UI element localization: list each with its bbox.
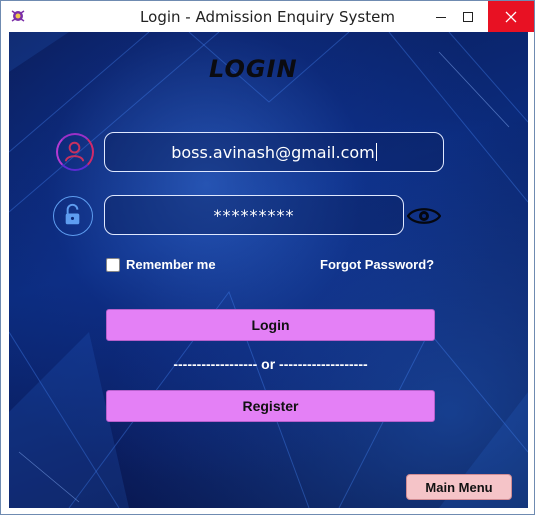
password-field[interactable]: ********* <box>104 195 404 235</box>
maximize-button[interactable] <box>443 1 493 32</box>
text-caret <box>375 143 377 161</box>
background-graphic <box>9 32 528 508</box>
email-field[interactable]: boss.avinash@gmail.com <box>104 132 444 172</box>
lock-icon-frame <box>53 196 93 236</box>
maximize-icon <box>463 11 473 22</box>
app-window: Login - Admission Enquiry System LOGIN b… <box>0 0 535 515</box>
remember-me-label: Remember me <box>126 257 216 272</box>
show-password-eye-icon[interactable] <box>407 206 441 226</box>
lock-icon <box>65 203 80 225</box>
email-value: boss.avinash@gmail.com <box>171 142 375 162</box>
remember-me[interactable]: Remember me <box>106 257 216 272</box>
or-separator: ------------------ or ------------------… <box>173 356 368 372</box>
remember-me-checkbox[interactable] <box>106 257 120 272</box>
page-title: LOGIN <box>209 55 298 83</box>
title-bar[interactable]: Login - Admission Enquiry System <box>1 1 534 32</box>
user-icon-frame <box>56 133 94 171</box>
login-button[interactable]: Login <box>106 309 435 341</box>
user-icon <box>64 141 85 162</box>
main-menu-button[interactable]: Main Menu <box>406 474 512 500</box>
close-icon <box>505 11 517 22</box>
forgot-password-link[interactable]: Forgot Password? <box>320 257 434 272</box>
login-panel: LOGIN boss.avinash@gmail.com ********* R… <box>9 32 528 508</box>
register-button[interactable]: Register <box>106 390 435 422</box>
close-button[interactable] <box>488 1 534 32</box>
